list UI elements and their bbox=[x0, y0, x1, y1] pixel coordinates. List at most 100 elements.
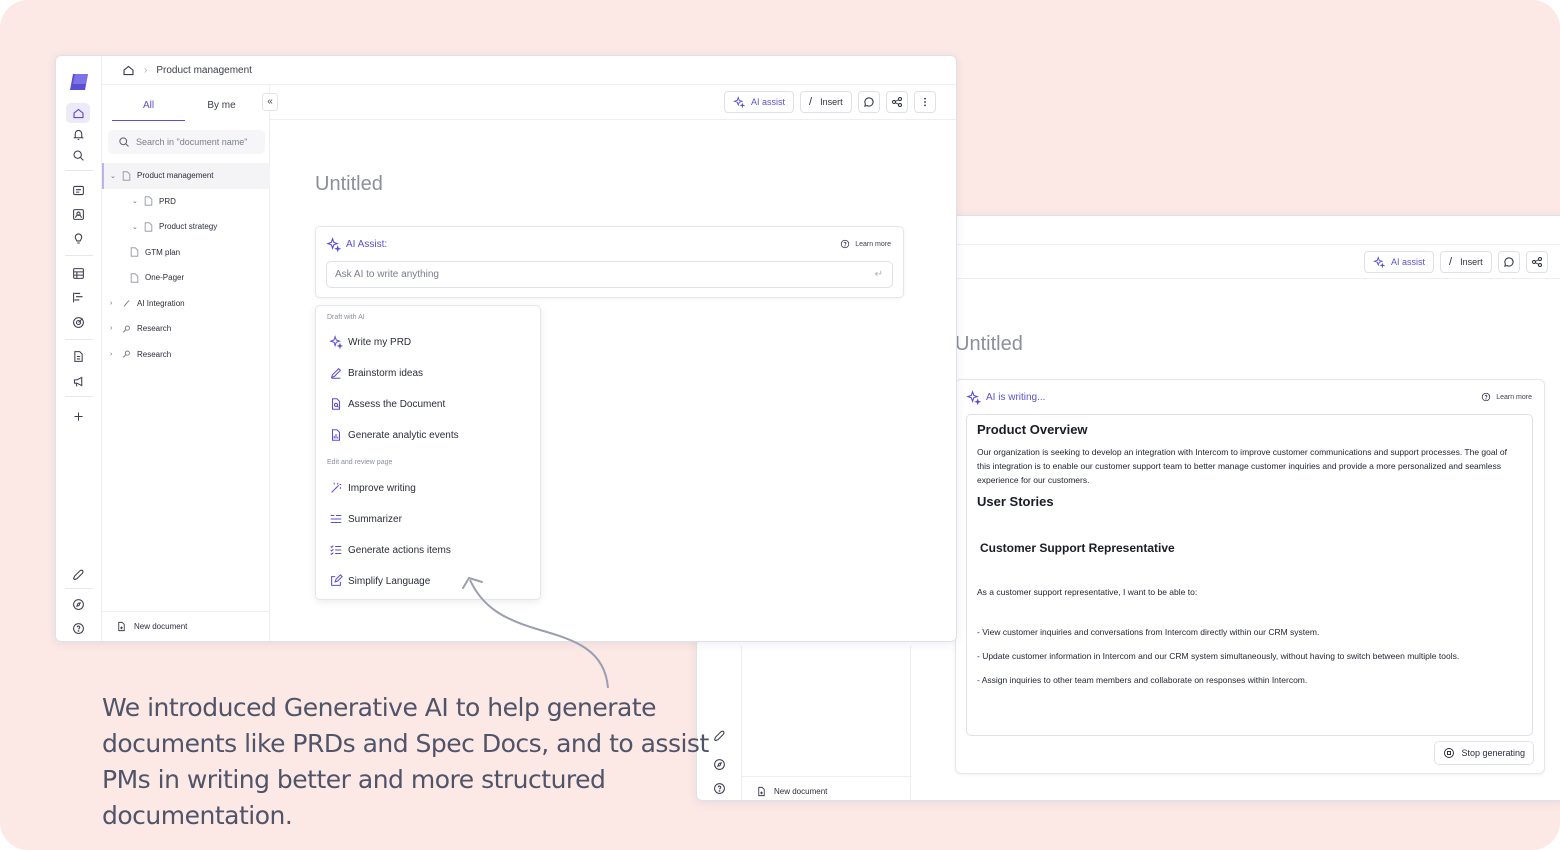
tree-item-label: Product strategy bbox=[159, 222, 218, 232]
document-title[interactable]: Untitled bbox=[955, 333, 1023, 356]
tree-item[interactable]: One-Pager bbox=[102, 265, 270, 291]
comment-button[interactable] bbox=[1497, 251, 1520, 273]
insert-label: Insert bbox=[820, 97, 843, 107]
document-search-input[interactable]: Search in "document name" bbox=[108, 130, 265, 154]
chevron-right-icon[interactable]: › bbox=[110, 325, 118, 332]
document-icon bbox=[122, 171, 131, 181]
menu-item-write-prd[interactable]: Write my PRD bbox=[329, 335, 411, 349]
megaphone-icon[interactable] bbox=[70, 373, 86, 389]
document-title[interactable]: Untitled bbox=[315, 173, 383, 196]
comment-button[interactable] bbox=[857, 91, 880, 113]
ai-writing-header: AI is writing... bbox=[966, 390, 1045, 405]
enter-icon[interactable]: ↵ bbox=[875, 262, 883, 287]
persona-intro: As a customer support representative, I … bbox=[977, 587, 1198, 597]
chevron-right-icon[interactable]: › bbox=[110, 351, 118, 358]
menu-item-brainstorm[interactable]: Brainstorm ideas bbox=[329, 366, 423, 380]
menu-item-action-items[interactable]: Generate actions items bbox=[329, 543, 451, 557]
top-divider bbox=[957, 244, 1560, 245]
help-icon bbox=[1482, 392, 1491, 402]
menu-item-label: Brainstorm ideas bbox=[348, 367, 424, 379]
breadcrumb-current[interactable]: Product management bbox=[156, 65, 252, 76]
document-icon bbox=[130, 273, 139, 283]
menu-item-summarizer[interactable]: Summarizer bbox=[329, 512, 402, 526]
collapse-sidebar-button[interactable]: « bbox=[262, 93, 278, 111]
search-icon[interactable] bbox=[70, 147, 86, 163]
menu-item-label: Improve writing bbox=[348, 482, 416, 494]
chevron-down-icon[interactable]: ⌄ bbox=[132, 223, 140, 231]
slash-icon: / bbox=[1449, 256, 1453, 268]
chevron-right-icon: › bbox=[144, 64, 148, 76]
ai-writing-panel: AI is writing... Learn more Product Over… bbox=[955, 379, 1545, 774]
menu-item-improve-writing[interactable]: Improve writing bbox=[329, 481, 416, 495]
generated-content[interactable]: Product Overview Our organization is see… bbox=[966, 414, 1533, 736]
toolbar: AI assist / Insert bbox=[724, 91, 936, 113]
message-icon[interactable] bbox=[70, 182, 86, 198]
learn-more-label: Learn more bbox=[855, 240, 891, 248]
chevron-down-icon[interactable]: ⌄ bbox=[110, 172, 118, 180]
tree-item[interactable]: › AI Integration bbox=[102, 291, 270, 317]
help-icon[interactable] bbox=[70, 620, 86, 636]
sparkle-icon bbox=[329, 335, 343, 349]
table-icon[interactable] bbox=[70, 265, 86, 281]
menu-item-assess-document[interactable]: Assess the Document bbox=[329, 397, 445, 411]
share-button[interactable] bbox=[885, 91, 908, 113]
sparkle-icon bbox=[326, 237, 341, 252]
rocket-icon[interactable] bbox=[70, 567, 86, 583]
ai-assist-button[interactable]: AI assist bbox=[1364, 251, 1435, 273]
document-tree: ⌄ Product management ⌄ PRD ⌄ Product str… bbox=[102, 163, 270, 367]
stop-generating-label: Stop generating bbox=[1461, 748, 1525, 758]
menu-item-simplify-language[interactable]: Simplify Language bbox=[329, 574, 430, 588]
target-icon[interactable] bbox=[70, 314, 86, 330]
comment-icon bbox=[1503, 257, 1514, 267]
chevron-down-icon[interactable]: ⌄ bbox=[132, 197, 140, 205]
menu-item-label: Summarizer bbox=[348, 513, 402, 525]
tree-item[interactable]: › Research bbox=[102, 342, 270, 368]
tab-all[interactable]: All bbox=[112, 97, 185, 121]
tree-item-label: PRD bbox=[159, 196, 176, 206]
rail-divider bbox=[65, 339, 93, 340]
learn-more-link[interactable]: Learn more bbox=[1481, 392, 1532, 402]
caption-text: We introduced Generative AI to help gene… bbox=[102, 693, 709, 830]
document-search-icon bbox=[331, 398, 341, 410]
home-icon[interactable] bbox=[122, 64, 135, 77]
tree-item[interactable]: GTM plan bbox=[102, 240, 270, 266]
chevron-right-icon[interactable]: › bbox=[110, 300, 118, 307]
menu-item-label: Write my PRD bbox=[348, 336, 412, 348]
more-options-button[interactable] bbox=[913, 91, 936, 113]
roadmap-icon[interactable] bbox=[70, 289, 86, 305]
tab-by-me[interactable]: By me bbox=[185, 97, 258, 121]
persona-heading: Customer Support Representative bbox=[980, 541, 1175, 555]
ai-assist-button[interactable]: AI assist bbox=[724, 91, 795, 113]
ai-assist-title: AI Assist: bbox=[346, 239, 388, 250]
app-logo[interactable] bbox=[68, 72, 90, 92]
learn-more-link[interactable]: Learn more bbox=[840, 239, 891, 249]
new-document-button[interactable]: New document bbox=[102, 611, 270, 641]
document-icon[interactable] bbox=[70, 348, 86, 364]
analytics-document-icon bbox=[331, 429, 341, 441]
bell-icon[interactable] bbox=[70, 126, 86, 142]
sparkle-icon bbox=[733, 96, 745, 108]
lightbulb-icon[interactable] bbox=[70, 230, 86, 246]
plus-icon[interactable] bbox=[70, 408, 86, 424]
rail-divider bbox=[65, 170, 93, 171]
menu-item-analytic-events[interactable]: Generate analytic events bbox=[329, 428, 459, 442]
rail-divider bbox=[65, 396, 93, 397]
ai-command-menu: Draft with AI Write my PRD Brainstorm id… bbox=[315, 305, 541, 600]
stop-generating-button[interactable]: Stop generating bbox=[1434, 741, 1534, 765]
tree-item[interactable]: ⌄ Product management bbox=[102, 163, 270, 189]
new-document-button[interactable]: New document bbox=[742, 776, 912, 800]
tree-item[interactable]: ⌄ PRD bbox=[102, 189, 270, 215]
home-icon[interactable] bbox=[66, 103, 90, 123]
magnifier-icon bbox=[122, 350, 130, 358]
share-button[interactable] bbox=[1525, 251, 1548, 273]
tree-item[interactable]: ⌄ Product strategy bbox=[102, 214, 270, 240]
more-vertical-icon bbox=[923, 97, 926, 107]
contact-icon[interactable] bbox=[70, 206, 86, 222]
ai-prompt-input[interactable]: Ask AI to write anything ↵ bbox=[326, 261, 893, 288]
tree-item[interactable]: › Research bbox=[102, 316, 270, 342]
ai-writing-label: AI is writing... bbox=[986, 392, 1046, 403]
compass-icon[interactable] bbox=[70, 596, 86, 612]
insert-button[interactable]: / Insert bbox=[800, 91, 852, 113]
tree-item-label: One-Pager bbox=[145, 273, 185, 283]
insert-button[interactable]: / Insert bbox=[1440, 251, 1492, 273]
